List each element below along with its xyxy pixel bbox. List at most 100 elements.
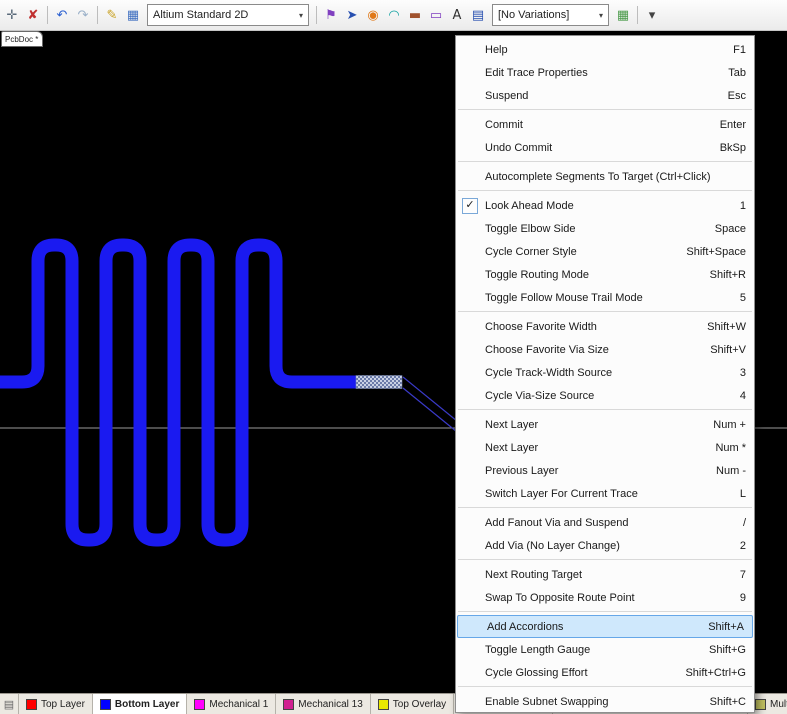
menu-item-add-accordions[interactable]: Add AccordionsShift+A xyxy=(457,615,753,638)
fill-icon[interactable]: ▬ xyxy=(405,5,425,25)
layer-color-swatch xyxy=(194,699,205,710)
menu-item-shortcut: BkSp xyxy=(708,142,746,154)
menu-item-shortcut: 9 xyxy=(728,592,746,604)
clear-filter-icon[interactable]: ✘ xyxy=(23,5,43,25)
menu-item-label: Toggle Length Gauge xyxy=(480,644,697,656)
layer-tab-top-overlay[interactable]: Top Overlay xyxy=(371,694,454,714)
menu-item-previous-layer[interactable]: Previous LayerNum - xyxy=(456,459,754,482)
menu-item-shortcut: Shift+G xyxy=(697,644,746,656)
menu-item-label: Help xyxy=(480,44,721,56)
menu-item-label: Toggle Routing Mode xyxy=(480,269,698,281)
menu-item-undo-commit[interactable]: Undo CommitBkSp xyxy=(456,136,754,159)
interactive-route-icon[interactable]: ➤ xyxy=(342,5,362,25)
menu-item-label: Switch Layer For Current Trace xyxy=(480,488,728,500)
menu-separator xyxy=(458,161,752,162)
menu-item-shortcut: Shift+R xyxy=(698,269,746,281)
menu-separator xyxy=(458,109,752,110)
menu-item-switch-layer-for-current-trace[interactable]: Switch Layer For Current TraceL xyxy=(456,482,754,505)
menu-item-label: Commit xyxy=(480,119,708,131)
toolbar-separator xyxy=(316,6,317,24)
menu-item-choose-favorite-width[interactable]: Choose Favorite WidthShift+W xyxy=(456,315,754,338)
via-icon[interactable]: ◉ xyxy=(363,5,383,25)
menu-item-shortcut: 1 xyxy=(728,200,746,212)
menu-item-label: Look Ahead Mode xyxy=(480,200,728,212)
menu-item-look-ahead-mode[interactable]: ✓Look Ahead Mode1 xyxy=(456,194,754,217)
redo-icon[interactable]: ↷ xyxy=(73,5,93,25)
menu-item-label: Add Accordions xyxy=(482,621,696,633)
document-tab[interactable]: PcbDoc * xyxy=(1,31,43,47)
layer-tab-mechanical-13[interactable]: Mechanical 13 xyxy=(276,694,370,714)
menu-item-edit-trace-properties[interactable]: Edit Trace PropertiesTab xyxy=(456,61,754,84)
menu-item-label: Autocomplete Segments To Target (Ctrl+Cl… xyxy=(480,171,734,183)
toolbar-separator xyxy=(97,6,98,24)
active-trace-segment[interactable] xyxy=(356,376,402,389)
layer-color-swatch xyxy=(283,699,294,710)
menu-item-label: Swap To Opposite Route Point xyxy=(480,592,728,604)
arc-icon[interactable]: ◠ xyxy=(384,5,404,25)
release-flag-icon[interactable]: ⚑ xyxy=(321,5,341,25)
toolbar-overflow-icon[interactable]: ▾ xyxy=(642,5,662,25)
menu-item-shortcut: L xyxy=(728,488,746,500)
menu-item-label: Toggle Elbow Side xyxy=(480,223,703,235)
menu-item-choose-favorite-via-size[interactable]: Choose Favorite Via SizeShift+V xyxy=(456,338,754,361)
layer-tab-bottom-layer[interactable]: Bottom Layer xyxy=(93,694,187,714)
menu-item-shortcut: Num - xyxy=(704,465,746,477)
menu-item-help[interactable]: HelpF1 xyxy=(456,38,754,61)
layer-tab-mechanical-1[interactable]: Mechanical 1 xyxy=(187,694,276,714)
crosshair-icon[interactable]: ✛ xyxy=(2,5,22,25)
accordion-trace[interactable] xyxy=(0,245,356,540)
chevron-down-icon[interactable]: ▾ xyxy=(599,11,603,20)
room-icon[interactable]: ▭ xyxy=(426,5,446,25)
menu-item-label: Edit Trace Properties xyxy=(480,67,716,79)
board-icon[interactable]: ▦ xyxy=(613,5,633,25)
menu-item-suspend[interactable]: SuspendEsc xyxy=(456,84,754,107)
pencil-icon[interactable]: ✎ xyxy=(102,5,122,25)
variations-combo[interactable]: [No Variations] ▾ xyxy=(492,4,609,26)
layer-tab-label: Mechanical 13 xyxy=(298,699,362,710)
menu-item-label: Suspend xyxy=(480,90,716,102)
menu-item-next-layer[interactable]: Next LayerNum + xyxy=(456,413,754,436)
menu-item-toggle-elbow-side[interactable]: Toggle Elbow SideSpace xyxy=(456,217,754,240)
menu-item-next-layer[interactable]: Next LayerNum * xyxy=(456,436,754,459)
layer-tab-top-layer[interactable]: Top Layer xyxy=(19,694,93,714)
check-icon: ✓ xyxy=(462,198,478,214)
menu-item-cycle-track-width-source[interactable]: Cycle Track-Width Source3 xyxy=(456,361,754,384)
context-menu: HelpF1Edit Trace PropertiesTabSuspendEsc… xyxy=(455,35,755,713)
layer-color-swatch xyxy=(755,699,766,710)
menu-item-label: Add Fanout Via and Suspend xyxy=(480,517,731,529)
menu-separator xyxy=(458,311,752,312)
menu-item-add-via-no-layer-change[interactable]: Add Via (No Layer Change)2 xyxy=(456,534,754,557)
menu-item-swap-to-opposite-route-point[interactable]: Swap To Opposite Route Point9 xyxy=(456,586,754,609)
undo-icon[interactable]: ↶ xyxy=(52,5,72,25)
menu-item-cycle-glossing-effort[interactable]: Cycle Glossing EffortShift+Ctrl+G xyxy=(456,661,754,684)
menu-item-shortcut: 2 xyxy=(728,540,746,552)
layer-tab-label: Multilayer xyxy=(770,699,787,710)
menu-item-shortcut: Shift+W xyxy=(695,321,746,333)
toolbar: ✛✘↶↷✎▦Altium Standard 2D▾⚑➤◉◠▬▭A▤[No Var… xyxy=(0,0,787,31)
menu-item-shortcut: Space xyxy=(703,223,746,235)
menu-item-shortcut: Tab xyxy=(716,67,746,79)
menu-item-enable-subnet-swapping[interactable]: Enable Subnet SwappingShift+C xyxy=(456,690,754,713)
menu-item-commit[interactable]: CommitEnter xyxy=(456,113,754,136)
menu-item-toggle-length-gauge[interactable]: Toggle Length GaugeShift+G xyxy=(456,638,754,661)
menu-separator xyxy=(458,611,752,612)
menu-item-toggle-follow-mouse-trail-mode[interactable]: Toggle Follow Mouse Trail Mode5 xyxy=(456,286,754,309)
menu-item-cycle-via-size-source[interactable]: Cycle Via-Size Source4 xyxy=(456,384,754,407)
layers-icon[interactable]: ▦ xyxy=(123,5,143,25)
menu-item-label: Cycle Track-Width Source xyxy=(480,367,728,379)
menu-item-add-fanout-via-and-suspend[interactable]: Add Fanout Via and Suspend/ xyxy=(456,511,754,534)
checkmark-box: ✓ xyxy=(460,198,480,214)
menu-item-next-routing-target[interactable]: Next Routing Target7 xyxy=(456,563,754,586)
menu-item-label: Previous Layer xyxy=(480,465,704,477)
text-tool-icon[interactable]: A xyxy=(447,5,467,25)
menu-item-toggle-routing-mode[interactable]: Toggle Routing ModeShift+R xyxy=(456,263,754,286)
menu-item-shortcut: Num + xyxy=(701,419,746,431)
view-mode-combo[interactable]: Altium Standard 2D▾ xyxy=(147,4,309,26)
layer-tabs-home-icon[interactable]: ▤ xyxy=(0,694,19,714)
chevron-down-icon[interactable]: ▾ xyxy=(299,11,303,20)
menu-item-shortcut: Num * xyxy=(703,442,746,454)
menu-item-autocomplete-segments-to-target-ctrl-click[interactable]: Autocomplete Segments To Target (Ctrl+Cl… xyxy=(456,165,754,188)
variations-combo-value: [No Variations] xyxy=(498,9,569,21)
menu-item-cycle-corner-style[interactable]: Cycle Corner StyleShift+Space xyxy=(456,240,754,263)
pad-icon[interactable]: ▤ xyxy=(468,5,488,25)
